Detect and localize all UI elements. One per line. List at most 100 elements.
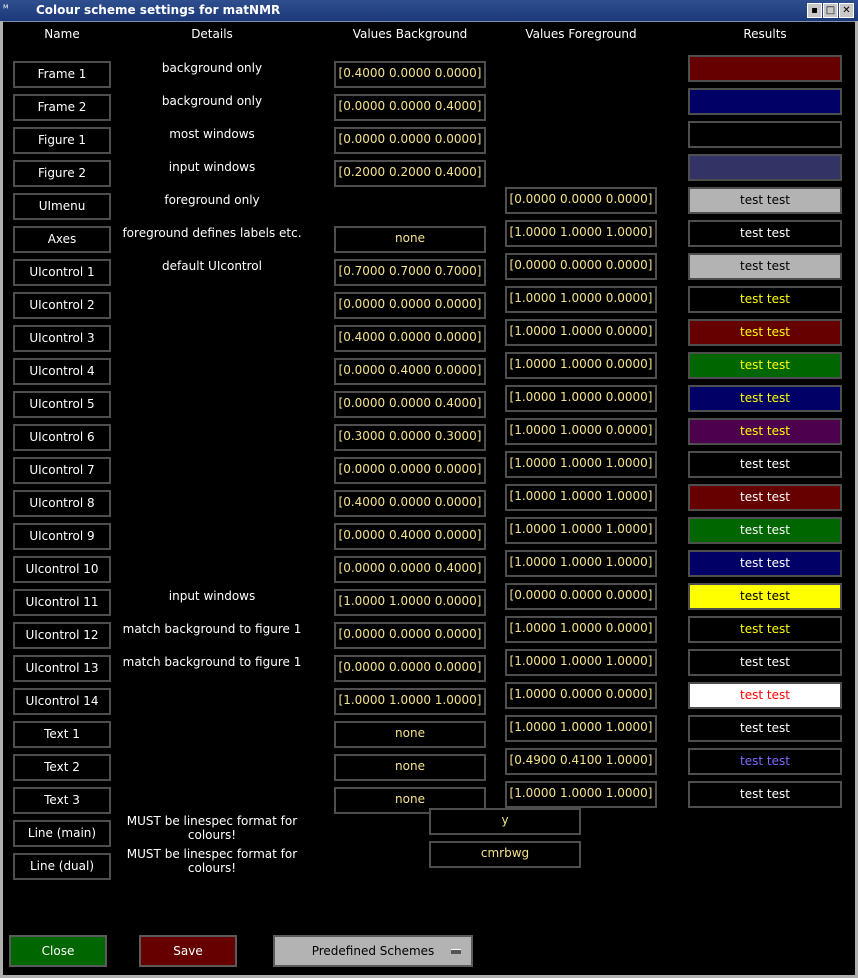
uicontrol-14-name-button[interactable]: UIcontrol 14 [13,688,111,715]
text-3-name-button[interactable]: Text 3 [13,787,111,814]
text-3-result-preview: test test [688,781,842,808]
frame-2-background-value-field[interactable]: [0.0000 0.0000 0.4000] [334,94,486,121]
uicontrol-3-name-button[interactable]: UIcontrol 3 [13,325,111,352]
uicontrol-5-result-preview: test test [688,385,842,412]
uicontrol-2-foreground-value-field[interactable]: [1.0000 1.0000 0.0000] [505,286,657,313]
uicontrol-1-background-value-field[interactable]: [0.7000 0.7000 0.7000] [334,259,486,286]
uicontrol-6-background-value-field[interactable]: [0.3000 0.0000 0.3000] [334,424,486,451]
uicontrol-3-foreground-value-field[interactable]: [1.0000 1.0000 0.0000] [505,319,657,346]
uicontrol-10-background-value-field[interactable]: [0.0000 0.0000 0.4000] [334,556,486,583]
uicontrol-13-result-preview: test test [688,649,842,676]
uicontrol-2-background-value-field[interactable]: [0.0000 0.0000 0.0000] [334,292,486,319]
axes-background-value-field[interactable]: none [334,226,486,253]
uicontrol-13-details-text: match background to figure 1 [122,655,302,669]
uicontrol-14-result-preview: test test [688,682,842,709]
minimize-button[interactable]: ▪ [807,3,822,18]
line-dual-name-button[interactable]: Line (dual) [13,853,111,880]
uicontrol-11-foreground-value-field[interactable]: [0.0000 0.0000 0.0000] [505,583,657,610]
figure-2-result-preview [688,154,842,181]
frame-1-name-button[interactable]: Frame 1 [13,61,111,88]
figure-1-background-value-field[interactable]: [0.0000 0.0000 0.0000] [334,127,486,154]
frame-1-background-value-field[interactable]: [0.4000 0.0000 0.0000] [334,61,486,88]
uicontrol-3-background-value-field[interactable]: [0.4000 0.0000 0.0000] [334,325,486,352]
uicontrol-7-background-value-field[interactable]: [0.0000 0.0000 0.0000] [334,457,486,484]
text-2-background-value-field[interactable]: none [334,754,486,781]
uicontrol-4-foreground-value-field[interactable]: [1.0000 1.0000 0.0000] [505,352,657,379]
uicontrol-5-foreground-value-field[interactable]: [1.0000 1.0000 0.0000] [505,385,657,412]
header-name: Name [44,27,80,41]
uicontrol-11-background-value-field[interactable]: [1.0000 1.0000 0.0000] [334,589,486,616]
frame-1-details-text: background only [161,61,263,75]
axes-result-preview: test test [688,220,842,247]
uicontrol-8-name-button[interactable]: UIcontrol 8 [13,490,111,517]
figure-2-details-text: input windows [168,160,256,174]
line-main-value-field[interactable]: y [429,808,581,835]
uicontrol-4-background-value-field[interactable]: [0.0000 0.4000 0.0000] [334,358,486,385]
uicontrol-9-result-preview: test test [688,517,842,544]
save-button[interactable]: Save [139,935,237,967]
uicontrol-12-name-button[interactable]: UIcontrol 12 [13,622,111,649]
uicontrol-12-background-value-field[interactable]: [0.0000 0.0000 0.0000] [334,622,486,649]
uicontrol-6-foreground-value-field[interactable]: [1.0000 1.0000 0.0000] [505,418,657,445]
axes-name-button[interactable]: Axes [13,226,111,253]
uicontrol-7-foreground-value-field[interactable]: [1.0000 1.0000 1.0000] [505,451,657,478]
uicontrol-3-result-preview: test test [688,319,842,346]
line-dual-value-field[interactable]: cmrbwg [429,841,581,868]
figure-2-background-value-field[interactable]: [0.2000 0.2000 0.4000] [334,160,486,187]
text-2-foreground-value-field[interactable]: [0.4900 0.4100 1.0000] [505,748,657,775]
frame-2-name-button[interactable]: Frame 2 [13,94,111,121]
predefined-schemes-label: Predefined Schemes [311,944,435,958]
uicontrol-10-name-button[interactable]: UIcontrol 10 [13,556,111,583]
uicontrol-6-name-button[interactable]: UIcontrol 6 [13,424,111,451]
uicontrol-2-result-preview: test test [688,286,842,313]
maximize-button[interactable]: □ [823,3,838,18]
uicontrol-9-foreground-value-field[interactable]: [1.0000 1.0000 1.0000] [505,517,657,544]
text-2-result-preview: test test [688,748,842,775]
frame-1-result-preview [688,55,842,82]
close-button[interactable]: Close [9,935,107,967]
uicontrol-1-result-preview: test test [688,253,842,280]
header-results: Results [743,27,787,41]
uimenu-name-button[interactable]: UImenu [13,193,111,220]
uicontrol-12-foreground-value-field[interactable]: [1.0000 1.0000 0.0000] [505,616,657,643]
uicontrol-1-foreground-value-field[interactable]: [0.0000 0.0000 0.0000] [505,253,657,280]
text-1-foreground-value-field[interactable]: [1.0000 1.0000 1.0000] [505,715,657,742]
uicontrol-1-name-button[interactable]: UIcontrol 1 [13,259,111,286]
uicontrol-4-name-button[interactable]: UIcontrol 4 [13,358,111,385]
uicontrol-2-name-button[interactable]: UIcontrol 2 [13,292,111,319]
uicontrol-11-name-button[interactable]: UIcontrol 11 [13,589,111,616]
figure-2-name-button[interactable]: Figure 2 [13,160,111,187]
axes-foreground-value-field[interactable]: [1.0000 1.0000 1.0000] [505,220,657,247]
line-dual-details-text: MUST be linespec format for colours! [126,847,298,875]
uicontrol-5-background-value-field[interactable]: [0.0000 0.0000 0.4000] [334,391,486,418]
uicontrol-13-foreground-value-field[interactable]: [1.0000 1.0000 1.0000] [505,649,657,676]
text-3-foreground-value-field[interactable]: [1.0000 1.0000 1.0000] [505,781,657,808]
uicontrol-11-details-text: input windows [168,589,256,603]
uicontrol-14-foreground-value-field[interactable]: [1.0000 0.0000 0.0000] [505,682,657,709]
uicontrol-11-result-preview: test test [688,583,842,610]
app-icon[interactable]: ᴹ [3,3,33,17]
text-1-name-button[interactable]: Text 1 [13,721,111,748]
uicontrol-5-name-button[interactable]: UIcontrol 5 [13,391,111,418]
header-values-foreground: Values Foreground [525,27,637,41]
figure-1-details-text: most windows [169,127,255,141]
window-title: Colour scheme settings for matNMR [36,3,281,17]
uicontrol-8-foreground-value-field[interactable]: [1.0000 1.0000 1.0000] [505,484,657,511]
uicontrol-13-background-value-field[interactable]: [0.0000 0.0000 0.0000] [334,655,486,682]
uicontrol-8-background-value-field[interactable]: [0.4000 0.0000 0.0000] [334,490,486,517]
figure-1-name-button[interactable]: Figure 1 [13,127,111,154]
text-1-background-value-field[interactable]: none [334,721,486,748]
uicontrol-9-name-button[interactable]: UIcontrol 9 [13,523,111,550]
text-2-name-button[interactable]: Text 2 [13,754,111,781]
line-main-name-button[interactable]: Line (main) [13,820,111,847]
uicontrol-9-background-value-field[interactable]: [0.0000 0.4000 0.0000] [334,523,486,550]
text-1-result-preview: test test [688,715,842,742]
uicontrol-13-name-button[interactable]: UIcontrol 13 [13,655,111,682]
uicontrol-7-name-button[interactable]: UIcontrol 7 [13,457,111,484]
uicontrol-14-background-value-field[interactable]: [1.0000 1.0000 1.0000] [334,688,486,715]
predefined-schemes-popup[interactable]: Predefined Schemes [273,935,473,967]
close-window-button[interactable]: ✕ [839,3,854,18]
uimenu-foreground-value-field[interactable]: [0.0000 0.0000 0.0000] [505,187,657,214]
frame-2-result-preview [688,88,842,115]
uicontrol-10-foreground-value-field[interactable]: [1.0000 1.0000 1.0000] [505,550,657,577]
